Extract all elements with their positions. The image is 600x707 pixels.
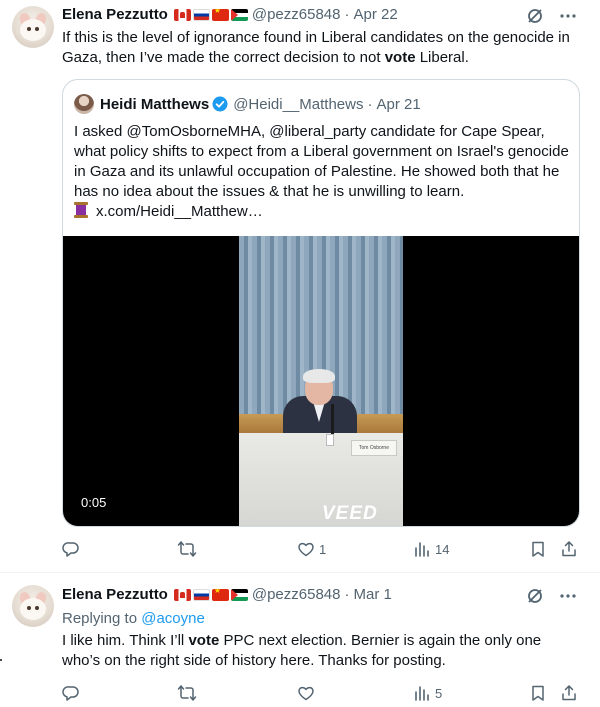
- avatar-eye: [27, 606, 31, 610]
- quoted-author-avatar: [74, 94, 94, 114]
- tweet-text: I like him. Think I’ll vote PPC next ele…: [62, 631, 582, 671]
- quoted-tweet[interactable]: Heidi Matthews @Heidi__Matthews · Apr 21…: [62, 79, 580, 527]
- tweet-date[interactable]: Mar 1: [353, 586, 391, 603]
- views-icon: [413, 540, 431, 558]
- russia-flag-icon: [192, 588, 210, 601]
- video-watermark: VEED: [322, 503, 378, 524]
- tweet-top-icons: [526, 587, 576, 610]
- like-button[interactable]: [297, 684, 319, 702]
- video-timecode: 0:05: [81, 495, 107, 510]
- views-count: 5: [435, 685, 443, 701]
- reply-icon: [62, 684, 80, 702]
- like-count: 1: [319, 541, 327, 557]
- quoted-author-name: Heidi Matthews: [100, 95, 210, 113]
- tweet-text-part: I like him. Think I’ll: [62, 632, 189, 649]
- like-button[interactable]: 1: [297, 540, 326, 558]
- stray-dot: [0, 659, 2, 661]
- repost-button[interactable]: [177, 540, 201, 558]
- reply-icon: [62, 540, 80, 558]
- palestine-flag-icon: [230, 588, 248, 601]
- video-nameplate: Tom Osborne: [351, 440, 397, 456]
- reply-button[interactable]: [62, 684, 84, 702]
- tweet-text-bold: vote: [384, 49, 416, 66]
- views-icon: [413, 684, 431, 702]
- quoted-tweet-date: Apr 21: [376, 95, 421, 113]
- replying-to: Replying to @acoyne: [62, 610, 205, 627]
- header-separator: ·: [344, 6, 350, 23]
- video-frame: Tom Osborne: [239, 236, 403, 526]
- palestine-flag-icon: [230, 8, 248, 21]
- header-separator: ·: [344, 586, 350, 603]
- grok-icon[interactable]: [526, 587, 544, 610]
- reply-button[interactable]: [62, 540, 84, 558]
- tweet-1[interactable]: Elena Pezzutto @pezz65848 · Apr 22 If th…: [0, 0, 600, 572]
- flag-emojis: [173, 8, 248, 21]
- canada-flag-icon: [173, 588, 191, 601]
- replying-to-link[interactable]: @acoyne: [141, 610, 205, 627]
- thread-spool-icon: [74, 202, 88, 218]
- heart-icon: [297, 684, 315, 702]
- tweet-top-icons: [526, 7, 576, 30]
- share-button[interactable]: [560, 684, 578, 702]
- views-button[interactable]: 5: [413, 684, 442, 702]
- quoted-header-separator: ·: [367, 95, 373, 113]
- heart-icon: [297, 540, 315, 558]
- repost-icon: [177, 684, 197, 702]
- quoted-tweet-header: Heidi Matthews @Heidi__Matthews · Apr 21: [74, 94, 421, 114]
- verified-badge-icon: [212, 96, 228, 112]
- author-handle[interactable]: @pezz65848: [252, 586, 341, 603]
- repost-icon: [177, 540, 197, 558]
- grok-icon[interactable]: [526, 7, 544, 30]
- tweet-2[interactable]: Elena Pezzutto @pezz65848 · Mar 1 Replyi…: [0, 573, 600, 707]
- bookmark-button[interactable]: [529, 540, 547, 558]
- replying-prefix: Replying to: [62, 610, 138, 627]
- avatar-eye: [35, 606, 39, 610]
- tweet-text-part: If this is the level of ignorance found …: [62, 29, 570, 66]
- flag-emojis: [173, 588, 248, 601]
- speaker-hair: [303, 369, 335, 383]
- china-flag-icon: [211, 8, 229, 21]
- video-player[interactable]: Tom Osborne 0:05 VEED: [63, 236, 579, 526]
- canada-flag-icon: [173, 8, 191, 21]
- avatar-face: [20, 598, 46, 620]
- russia-flag-icon: [192, 8, 210, 21]
- views-count: 14: [435, 541, 450, 557]
- share-icon: [560, 684, 578, 702]
- share-icon: [560, 540, 578, 558]
- share-button[interactable]: [560, 540, 578, 558]
- tweet-text: If this is the level of ignorance found …: [62, 28, 582, 68]
- bookmark-icon: [529, 684, 547, 702]
- tweet-actions: 5: [62, 684, 582, 704]
- china-flag-icon: [211, 588, 229, 601]
- quoted-author-handle: @Heidi__Matthews: [233, 95, 364, 113]
- avatar-eye: [27, 27, 31, 31]
- views-button[interactable]: 14: [413, 540, 449, 558]
- quoted-tweet-text: I asked @TomOsborneMHA, @liberal_party c…: [74, 122, 574, 222]
- author-avatar[interactable]: [12, 585, 54, 627]
- tweet-date[interactable]: Apr 22: [353, 6, 397, 23]
- water-cup: [326, 434, 334, 446]
- microphone: [331, 404, 334, 434]
- tweet-header: Elena Pezzutto @pezz65848 · Mar 1: [62, 586, 392, 603]
- tweet-text-part: Liberal.: [415, 49, 469, 66]
- avatar-face: [20, 19, 46, 41]
- author-avatar[interactable]: [12, 6, 54, 48]
- more-icon[interactable]: [560, 7, 576, 30]
- author-name[interactable]: Elena Pezzutto: [62, 6, 168, 23]
- tweet-header: Elena Pezzutto @pezz65848 · Apr 22: [62, 6, 398, 23]
- author-name[interactable]: Elena Pezzutto: [62, 586, 168, 603]
- tweet-actions: 1 14: [62, 540, 582, 560]
- author-handle[interactable]: @pezz65848: [252, 6, 341, 23]
- quoted-text-body: I asked @TomOsborneMHA, @liberal_party c…: [74, 123, 569, 200]
- more-icon[interactable]: [560, 587, 576, 610]
- tweet-text-bold: vote: [188, 632, 220, 649]
- repost-button[interactable]: [177, 684, 201, 702]
- quoted-tweet-link[interactable]: x.com/Heidi__Matthew…: [96, 203, 263, 220]
- bookmark-button[interactable]: [529, 684, 547, 702]
- bookmark-icon: [529, 540, 547, 558]
- avatar-eye: [35, 27, 39, 31]
